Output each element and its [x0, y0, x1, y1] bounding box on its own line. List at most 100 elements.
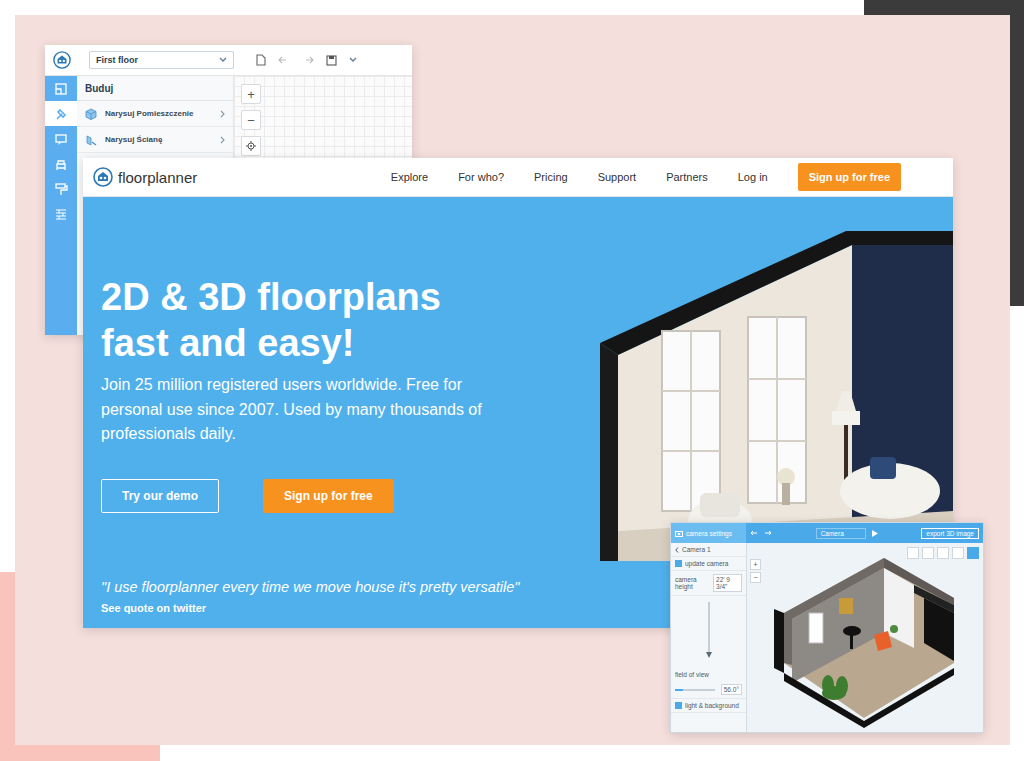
brick-wall-icon: [54, 207, 68, 221]
panel-title: Buduj: [77, 76, 233, 101]
view-select[interactable]: Camera: [816, 528, 866, 539]
wall-icon: [85, 134, 97, 146]
viewer-actions: Camera export 3D image: [746, 523, 983, 543]
fov-track[interactable]: [675, 689, 715, 691]
camera-panel: Camera 1 update camera camera height22' 9 …: [671, 543, 747, 732]
logo-icon: [93, 167, 113, 187]
headline: 2D & 3D floorplansfast and easy!: [101, 274, 583, 366]
paint-roller-icon: [54, 182, 68, 196]
editor-toolbar: First floor: [45, 45, 412, 76]
fov-row: 56.0°: [671, 681, 746, 699]
sidebar-tool[interactable]: [45, 126, 77, 151]
camera-icon: [675, 530, 683, 537]
headline-line: 2D & 3D floorplans: [101, 274, 583, 320]
viewer-canvas[interactable]: +−: [747, 543, 983, 732]
viewer-zoom: +−: [747, 543, 764, 732]
toolbar-icons: [256, 54, 357, 66]
room-3d-icon: [764, 543, 964, 732]
subtitle: Join 25 million registered users worldwi…: [101, 373, 486, 447]
view-tool[interactable]: [922, 547, 934, 559]
fov-label-row: field of view: [671, 668, 746, 681]
viewer-body: Camera 1 update camera camera height22' 9 …: [671, 543, 983, 732]
zoom-in-button[interactable]: +: [241, 84, 261, 104]
view-tool[interactable]: [937, 547, 949, 559]
view-tool[interactable]: [952, 547, 964, 559]
furniture-icon: [54, 157, 68, 171]
fov-label: field of view: [675, 671, 709, 678]
export-button[interactable]: export 3D image: [921, 528, 979, 539]
hammer-icon: [54, 107, 68, 121]
sidebar-tool[interactable]: [45, 151, 77, 176]
quote-link[interactable]: See quote on twitter: [101, 602, 583, 614]
build-item[interactable]: Narysuj Ścianę: [77, 127, 233, 153]
nav-link[interactable]: Log in: [738, 171, 768, 183]
view-tool[interactable]: [907, 547, 919, 559]
sidebar-tool[interactable]: [45, 176, 77, 201]
new-file-icon[interactable]: [256, 54, 266, 66]
center-button[interactable]: [241, 136, 261, 156]
view-tools: [907, 547, 979, 559]
camera-height-value[interactable]: 22' 9 3/4": [713, 574, 742, 592]
comment-icon: [54, 132, 68, 146]
pitch-handle-icon: [704, 602, 714, 662]
floor-select[interactable]: First floor: [89, 51, 234, 69]
room-cube-icon: [85, 108, 97, 120]
zoom-out-button[interactable]: −: [241, 110, 261, 130]
logo-text: floorplanner: [118, 169, 197, 186]
save-icon[interactable]: [326, 55, 337, 66]
nav-link[interactable]: Explore: [391, 171, 428, 183]
back-icon: [675, 547, 679, 553]
chevron-right-icon: [220, 136, 225, 144]
light-icon: [675, 702, 682, 709]
sidebar-tool[interactable]: [45, 101, 77, 126]
view-tool[interactable]: [967, 547, 979, 559]
undo-icon[interactable]: [278, 55, 290, 65]
signup-button[interactable]: Sign up for free: [263, 479, 394, 513]
headline-line: fast and easy!: [101, 320, 583, 366]
light-label: light & background: [685, 702, 739, 709]
camera-height-row: camera height22' 9 3/4": [671, 571, 746, 596]
target-icon: [246, 141, 256, 151]
chevron-right-icon: [220, 110, 225, 118]
panel-header: camera settings: [671, 523, 746, 543]
sidebar-tool[interactable]: [45, 76, 77, 101]
editor-sidebar: [45, 76, 77, 335]
testimonial-quote: "I use floorplanner every time we move h…: [101, 579, 583, 595]
build-item-label: Narysuj Pomieszczenie: [105, 109, 212, 118]
site-logo[interactable]: floorplanner: [93, 167, 391, 187]
undo-icon[interactable]: [750, 530, 758, 536]
build-item[interactable]: Narysuj Pomieszczenie: [77, 101, 233, 127]
fov-value: 56.0°: [721, 684, 742, 695]
nav-link[interactable]: Partners: [666, 171, 708, 183]
nav-link[interactable]: Pricing: [534, 171, 568, 183]
update-camera-label: update camera: [685, 560, 728, 567]
refresh-icon: [675, 560, 682, 567]
sidebar-tool[interactable]: [45, 201, 77, 226]
nav-link[interactable]: For who?: [458, 171, 504, 183]
logo-icon[interactable]: [53, 51, 71, 69]
play-icon[interactable]: [872, 530, 878, 537]
demo-button[interactable]: Try our demo: [101, 479, 219, 513]
zoom-out-button[interactable]: −: [750, 572, 761, 583]
zoom-in-button[interactable]: +: [750, 559, 761, 570]
nav-link[interactable]: Support: [598, 171, 637, 183]
camera-row[interactable]: Camera 1: [671, 543, 746, 557]
signup-nav-button[interactable]: Sign up for free: [798, 163, 901, 191]
update-camera-row[interactable]: update camera: [671, 557, 746, 571]
redo-icon[interactable]: [764, 530, 772, 536]
chevron-down-icon: [219, 57, 227, 63]
hero-buttons: Try our demo Sign up for free: [101, 479, 583, 513]
site-nav: floorplanner Explore For who? Pricing Suppor…: [83, 158, 953, 197]
viewer-toolbar: camera settings Camera export 3D image: [671, 523, 983, 543]
pitch-slider[interactable]: [671, 596, 746, 668]
panel-header-title: camera settings: [686, 530, 732, 537]
viewer-window: camera settingsCameraexport 3D imageCame…: [670, 522, 984, 733]
more-icon[interactable]: [349, 57, 357, 63]
build-item-label: Narysuj Ścianę: [105, 135, 212, 144]
nav-links: Explore For who? Pricing Support Partners Log…: [391, 163, 901, 191]
hero-text: 2D & 3D floorplansfast and easy!Join 25 …: [83, 197, 583, 628]
floorplan-icon: [54, 82, 68, 96]
light-row[interactable]: light & background: [671, 699, 746, 713]
redo-icon[interactable]: [302, 55, 314, 65]
floor-select-value: First floor: [96, 55, 138, 65]
